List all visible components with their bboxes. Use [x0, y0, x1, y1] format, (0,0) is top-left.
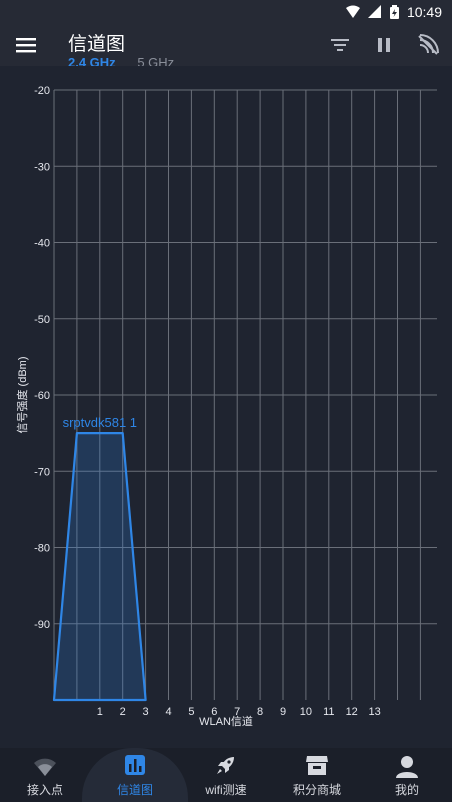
y-tick-label: -80: [34, 543, 50, 555]
nav-label: wifi测速: [205, 783, 247, 797]
store-icon: [306, 756, 328, 775]
wifi-icon: [34, 758, 56, 776]
x-tick-label: 2: [120, 706, 126, 718]
y-tick-label: -70: [34, 466, 50, 478]
y-tick-label: -50: [34, 314, 50, 326]
x-tick-label: 3: [143, 706, 149, 718]
nav-label: 我的: [394, 783, 419, 797]
channel-chart-svg: -20-30-40-50-60-70-80-901 2 3 4 5 6 7 8 9 10 11 12 1…: [15, 85, 437, 728]
x-tick-label: 10: [300, 706, 312, 718]
series-shape: [52, 432, 147, 702]
y-tick-label: -30: [34, 161, 50, 173]
page-title: 信道图: [68, 34, 126, 55]
nav-label: 信道图: [116, 783, 153, 797]
nav-item-access-points[interactable]: 接入点: [0, 748, 90, 802]
status-bar: 10:49: [0, 0, 452, 24]
nav-label: 积分商城: [292, 783, 341, 797]
y-tick-label: -60: [34, 390, 50, 402]
channel-chart: -20 -30 -40 -50 -60 -70 -80 -90 1 2 3 4 5 6 7 8 9 10 11 12 1…: [0, 66, 452, 748]
x-tick-label: 8: [257, 706, 263, 718]
nav-item-profile[interactable]: 我的: [362, 748, 452, 802]
x-tick-label: 4: [165, 706, 171, 718]
y-tick-label: -20: [34, 85, 50, 97]
rocket-icon: [217, 757, 234, 774]
person-icon: [396, 756, 418, 778]
app-bar: 信道图 2.4 GHz 5 GHz: [0, 24, 452, 66]
bottom-nav: 接入点 信道图 wifi测速 积分商城 我的: [0, 748, 452, 802]
status-time: 10:49: [406, 4, 442, 20]
x-axis-title: WLAN信道: [199, 714, 253, 728]
x-tick-label: 5: [188, 706, 194, 718]
battery-icon: [389, 5, 399, 19]
cell-signal-icon: [367, 5, 381, 18]
status-icons: 10:49: [345, 3, 442, 21]
filter-icon[interactable]: [328, 33, 352, 57]
tab-2-4ghz[interactable]: 2.4 GHz: [68, 55, 116, 66]
y-tick-label: -90: [34, 619, 50, 631]
x-tick-label: 13: [368, 706, 380, 718]
x-tick-label: 11: [323, 706, 334, 718]
y-axis-title: 信号强度 (dBm): [15, 357, 29, 434]
x-tick-label: 9: [280, 706, 286, 718]
nav-item-channel-graph[interactable]: 信道图: [90, 748, 180, 802]
nav-item-points-store[interactable]: 积分商城: [272, 748, 362, 802]
band-tabs: 2.4 GHz 5 GHz: [68, 55, 174, 66]
pause-icon[interactable]: [372, 33, 396, 57]
series-label: srptvdk581 1: [63, 415, 137, 430]
menu-icon[interactable]: [16, 36, 36, 54]
wifi-signal-icon: [345, 5, 360, 18]
nav-item-speed-test[interactable]: wifi测速: [181, 748, 271, 802]
tab-5ghz[interactable]: 5 GHz: [137, 55, 174, 66]
bar-chart-icon: [125, 755, 145, 775]
wifi-scan-icon[interactable]: [416, 33, 440, 57]
x-tick-label: 1: [97, 706, 103, 718]
y-tick-label: -40: [34, 238, 50, 250]
nav-label: 接入点: [26, 783, 63, 797]
x-tick-label: 12: [346, 706, 358, 718]
